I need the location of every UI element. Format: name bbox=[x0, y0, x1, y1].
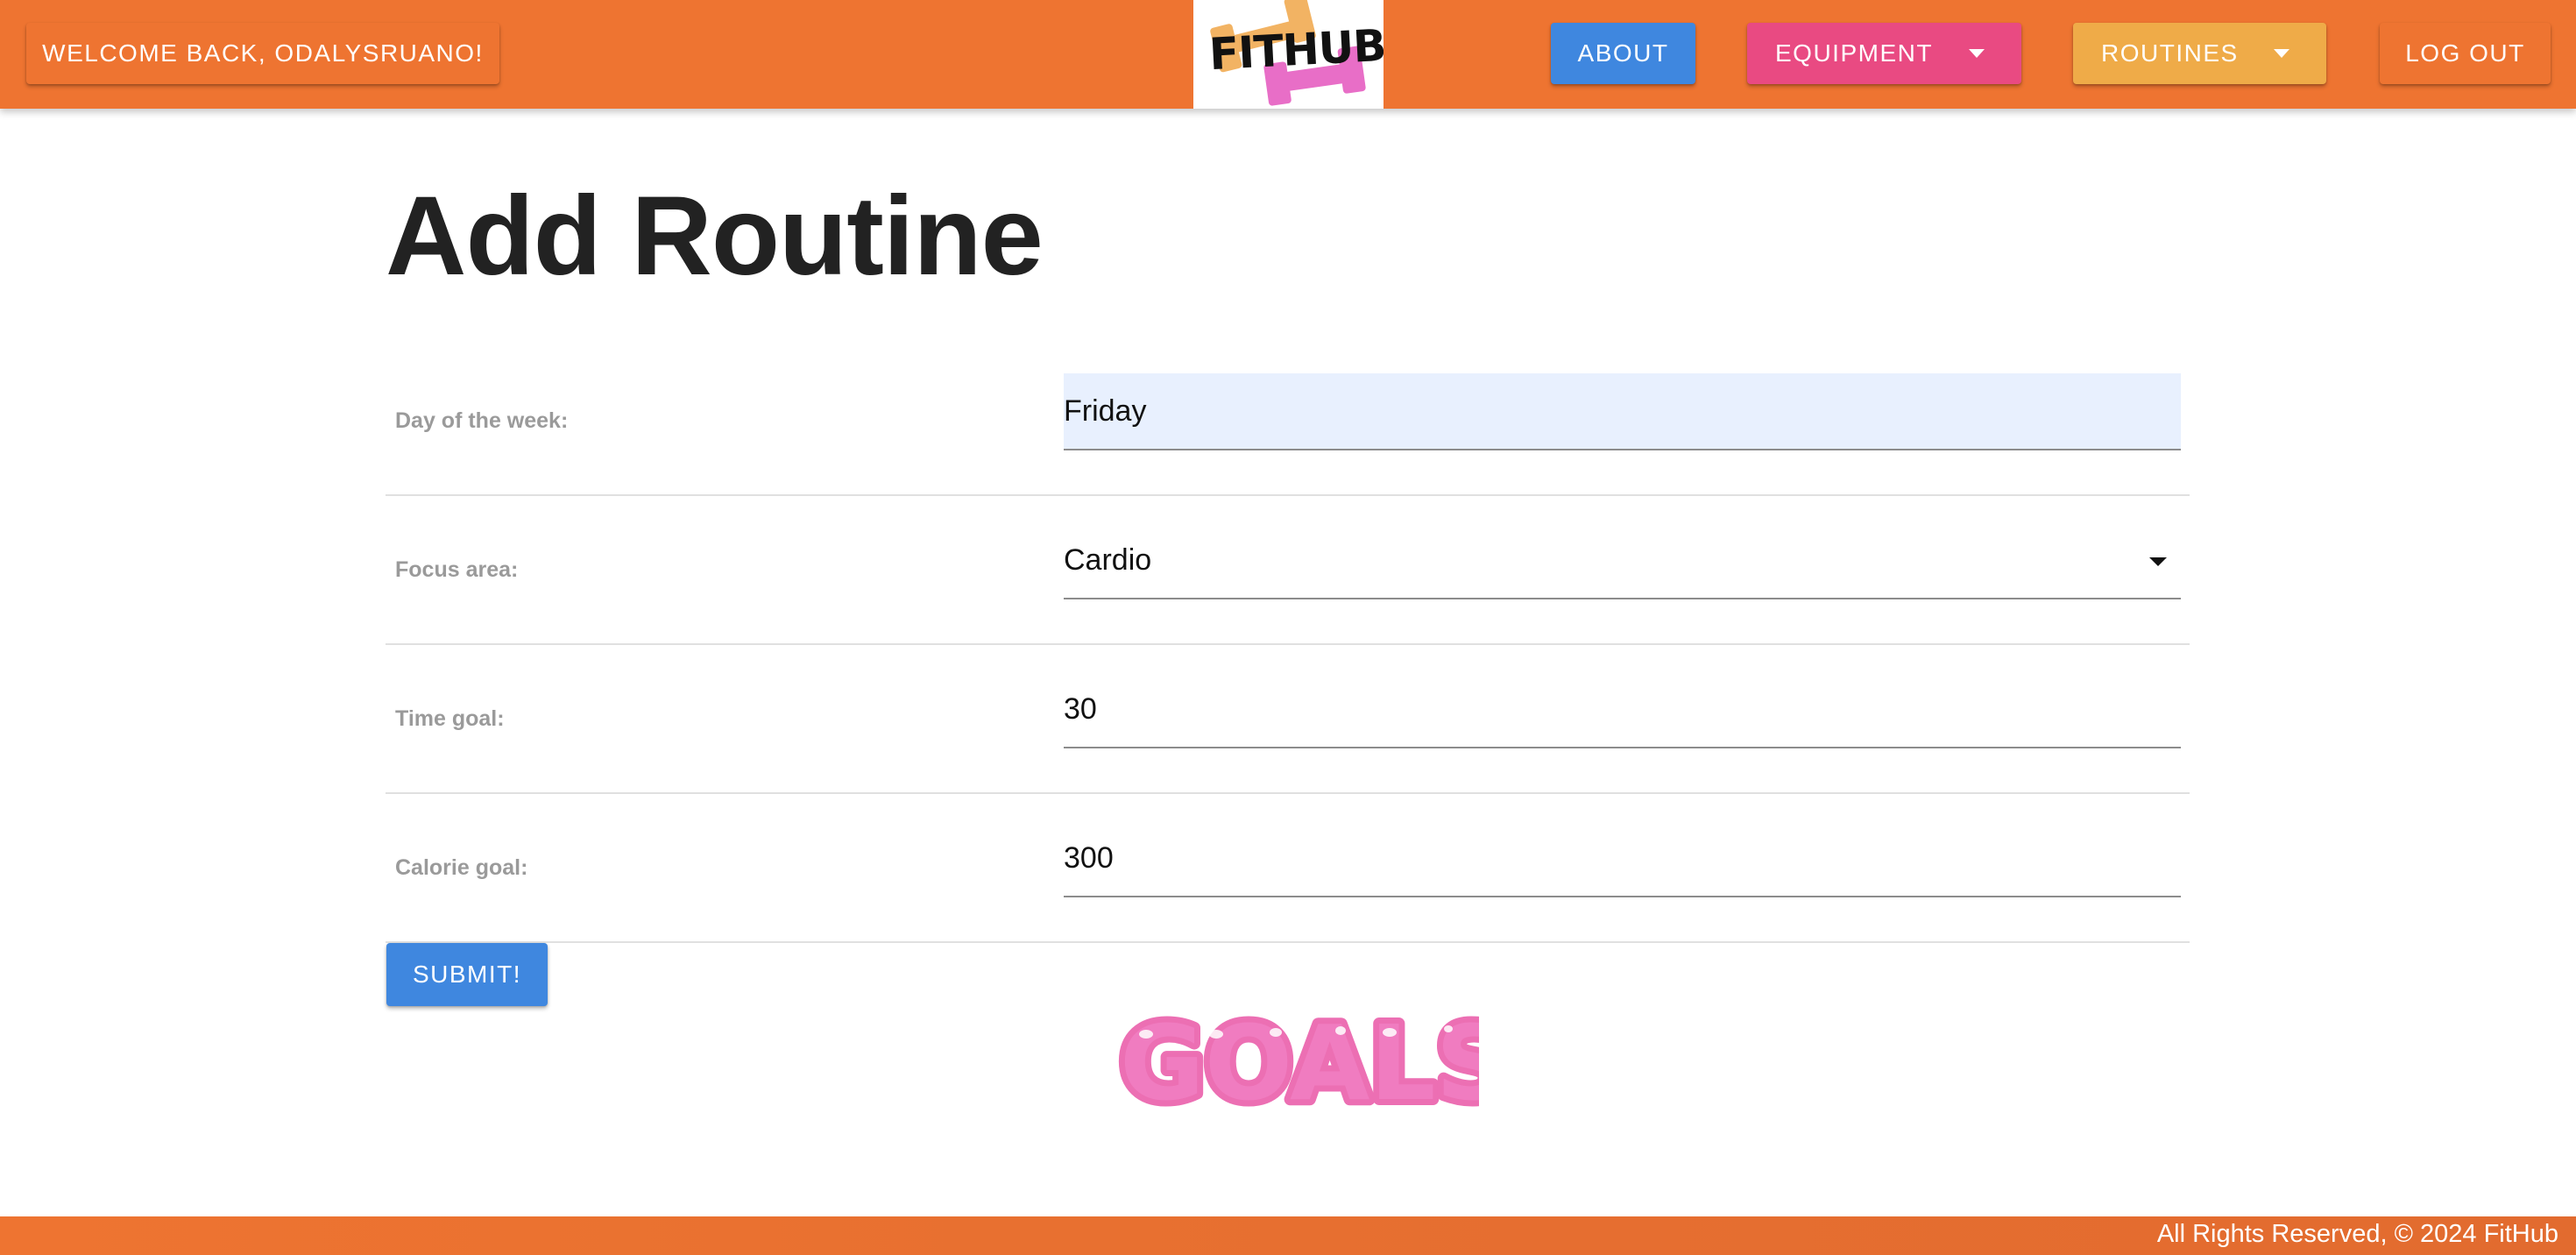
form-row-calorie: Calorie goal: 300 bbox=[386, 794, 2190, 943]
routines-dropdown-button[interactable]: ROUTINES bbox=[2073, 23, 2326, 84]
page-title: Add Routine bbox=[386, 174, 1044, 299]
dropdown-caret-icon bbox=[1969, 49, 1985, 58]
day-of-week-label: Day of the week: bbox=[395, 408, 569, 433]
form-row-focus: Focus area: Cardio bbox=[386, 496, 2190, 645]
footer: All Rights Reserved, © 2024 FitHub bbox=[0, 1216, 2576, 1255]
time-goal-label: Time goal: bbox=[395, 706, 505, 731]
about-button[interactable]: ABOUT bbox=[1551, 23, 1695, 84]
focus-area-value: Cardio bbox=[1064, 542, 1152, 577]
welcome-button[interactable]: WELCOME BACK, ODALYSRUANO! bbox=[26, 23, 499, 84]
fithub-logo[interactable]: FITHUB bbox=[1193, 0, 1384, 109]
goals-graphic: GOALS! GOALS! bbox=[1114, 996, 1563, 1130]
goals-fill-text: GOALS! bbox=[1120, 1004, 1479, 1118]
goals-image: GOALS! GOALS! bbox=[1111, 996, 1563, 1130]
footer-copyright: All Rights Reserved, © 2024 FitHub bbox=[2156, 1220, 2558, 1248]
routines-label: ROUTINES bbox=[2101, 39, 2239, 67]
equipment-dropdown-button[interactable]: EQUIPMENT bbox=[1747, 23, 2021, 84]
focus-area-select[interactable]: Cardio bbox=[1064, 522, 2181, 599]
day-of-week-input[interactable]: Friday bbox=[1064, 373, 2181, 450]
calorie-goal-label: Calorie goal: bbox=[395, 855, 528, 880]
form-row-time: Time goal: 30 bbox=[386, 645, 2190, 794]
dropdown-caret-icon bbox=[2274, 49, 2289, 58]
dropdown-caret-icon bbox=[2149, 557, 2167, 566]
logo-text: FITHUB bbox=[1207, 19, 1384, 81]
top-navbar: WELCOME BACK, ODALYSRUANO! FITHUB ABOUT … bbox=[0, 0, 2576, 109]
calorie-goal-input[interactable]: 300 bbox=[1064, 820, 2181, 897]
form-row-day: Day of the week: Friday bbox=[386, 347, 2190, 496]
submit-button[interactable]: SUBMIT! bbox=[386, 943, 548, 1006]
focus-area-label: Focus area: bbox=[395, 557, 519, 582]
time-goal-input[interactable]: 30 bbox=[1064, 671, 2181, 748]
equipment-label: EQUIPMENT bbox=[1775, 39, 1933, 67]
logout-button[interactable]: LOG OUT bbox=[2380, 23, 2551, 84]
